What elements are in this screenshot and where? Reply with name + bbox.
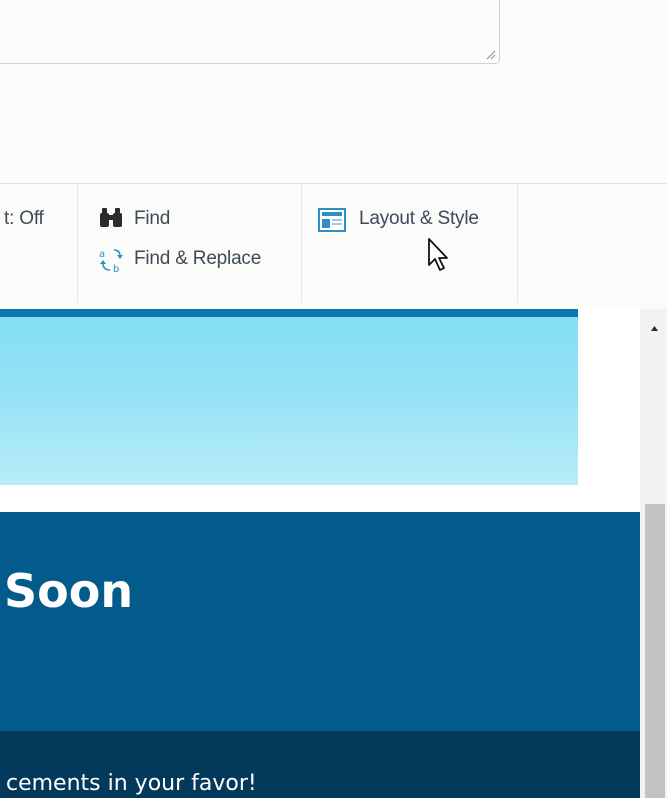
editor-ribbon: t: Off Find a b Find & Replace Layout & … [0,183,667,309]
comment-textarea[interactable] [0,0,500,64]
layout-style-icon [318,208,346,232]
scrollbar-thumb[interactable] [645,504,665,798]
toggle-off-label[interactable]: t: Off [4,208,44,230]
find-button[interactable]: Find [134,208,170,230]
hero-section[interactable]: Soon [0,512,640,731]
ribbon-divider [517,184,518,302]
svg-text:a: a [99,249,105,260]
binoculars-icon [100,208,122,227]
ribbon-divider [301,184,302,302]
mouse-cursor-icon [428,238,448,271]
header-accent-bar [0,309,578,317]
scroll-up-arrow-icon[interactable] [640,309,667,343]
hero-title: Soon [4,564,134,618]
find-replace-icon: a b [99,249,123,274]
layout-style-button[interactable]: Layout & Style [359,208,479,230]
email-preview-canvas[interactable]: Soon cements in your favor! [0,309,640,798]
ribbon-divider [77,184,78,302]
find-replace-button[interactable]: Find & Replace [134,248,261,270]
vertical-scrollbar[interactable] [640,309,667,798]
svg-text:b: b [113,264,119,274]
subheading-section[interactable]: cements in your favor! [0,731,640,798]
banner-image-block[interactable] [0,317,578,485]
hero-subtext: cements in your favor! [6,771,257,796]
resize-grip-icon[interactable] [484,48,496,60]
